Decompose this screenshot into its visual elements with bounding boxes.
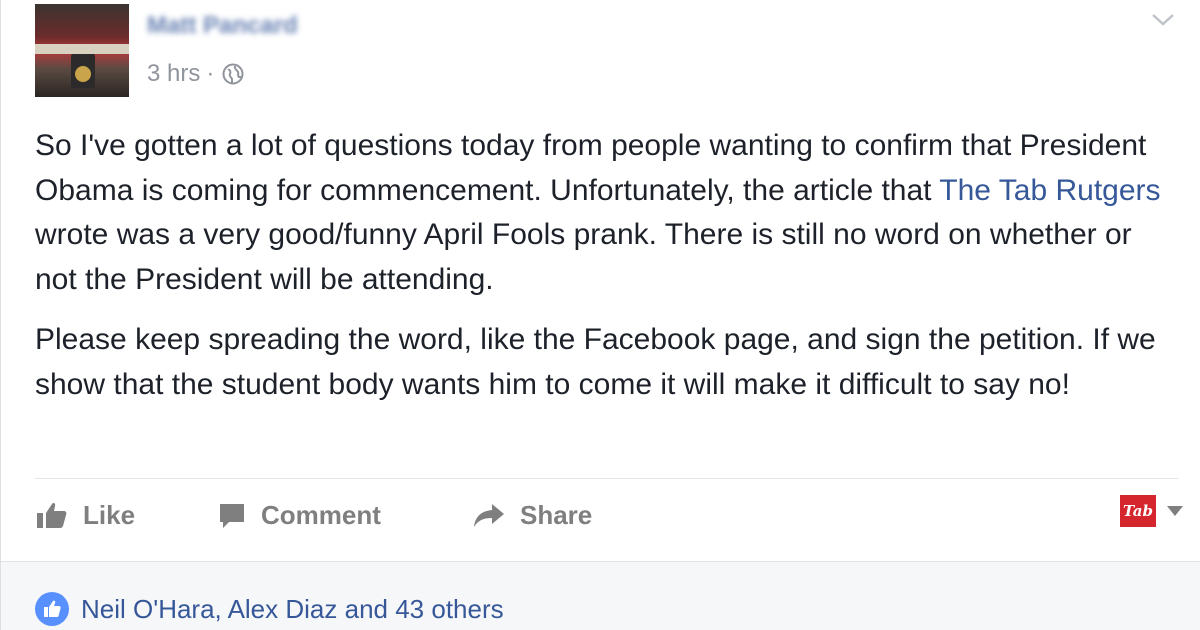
chevron-down-icon[interactable]	[1148, 8, 1178, 32]
caret-down-icon	[1167, 506, 1183, 516]
post-paragraph-2: Please keep spreading the word, like the…	[35, 323, 1156, 401]
reactions-footer: Neil O'Hara, Alex Diaz and 43 others	[1, 561, 1200, 630]
thumbs-up-icon	[37, 502, 67, 528]
post-paragraph-1: So I've gotten a lot of questions today …	[35, 124, 1175, 302]
thumbs-up-icon	[44, 600, 61, 617]
globe-icon[interactable]	[222, 63, 244, 85]
comment-icon	[220, 504, 244, 528]
meta-separator: ·	[206, 60, 215, 87]
post-text: wrote was a very good/funny April Fools …	[35, 218, 1132, 296]
page-switcher[interactable]: Tab	[1120, 495, 1184, 527]
like-button[interactable]: Like	[35, 500, 217, 531]
timestamp[interactable]: 3 hrs	[147, 60, 200, 88]
reactions-summary[interactable]: Neil O'Hara, Alex Diaz and 43 others	[35, 592, 504, 626]
page-link[interactable]: The Tab Rutgers	[939, 174, 1160, 207]
avatar-banner	[35, 44, 129, 54]
share-button[interactable]: Share	[472, 500, 672, 531]
post-meta: 3 hrs ·	[147, 60, 244, 88]
facebook-post: Matt Pancard 3 hrs · So I've gotten a lo…	[0, 0, 1200, 630]
post-body: So I've gotten a lot of questions today …	[35, 124, 1175, 423]
action-bar: Like Comment Share	[35, 493, 672, 537]
author-name[interactable]: Matt Pancard	[147, 12, 353, 40]
reaction-names[interactable]: Neil O'Hara, Alex Diaz and 43 others	[81, 594, 504, 625]
share-arrow-icon	[474, 504, 504, 527]
avatar-seal	[75, 66, 91, 82]
action-divider	[35, 478, 1178, 479]
like-label: Like	[83, 499, 136, 530]
comment-button[interactable]: Comment	[217, 500, 472, 531]
share-label: Share	[520, 499, 593, 530]
comment-label: Comment	[261, 499, 381, 530]
tab-logo: Tab	[1120, 495, 1156, 527]
like-reaction-icon	[35, 592, 69, 626]
avatar[interactable]	[35, 4, 129, 97]
